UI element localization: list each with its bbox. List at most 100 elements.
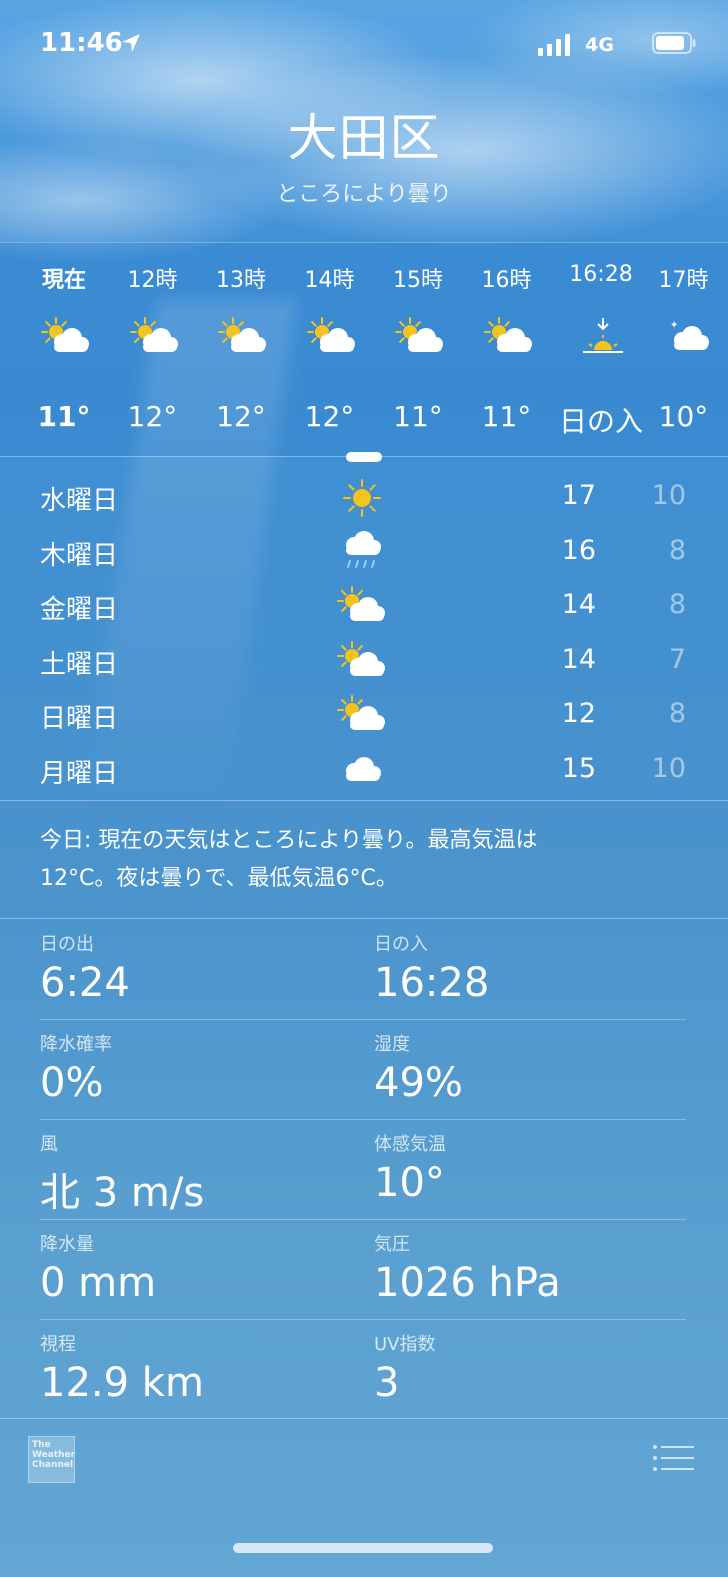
detail-value: 6:24 xyxy=(40,960,130,1006)
partly-sunny-icon xyxy=(306,316,356,360)
status-bar: 11:46 4G xyxy=(40,28,696,64)
details-row: 降水量 0 mm 気圧 1026 hPa xyxy=(40,1220,686,1320)
day-high-temp: 16 xyxy=(561,534,596,566)
day-name: 日曜日 xyxy=(40,704,119,734)
partly-sunny-icon xyxy=(217,316,267,360)
hour-label: 16:28 xyxy=(569,262,633,287)
sunny-icon xyxy=(336,476,388,520)
detail-cell: 日の入 16:28 xyxy=(374,930,489,1006)
current-condition: ところにより曇り xyxy=(276,182,452,207)
hour-label: 14時 xyxy=(304,268,355,293)
day-high-temp: 17 xyxy=(561,480,596,511)
hour-temp: 11° xyxy=(481,400,532,433)
partly-sunny-icon xyxy=(336,640,388,684)
day-low-temp: 7 xyxy=(668,643,686,675)
daily-row: 日曜日 12 8 xyxy=(0,688,728,743)
details-row: 風 北 3 m/s 体感気温 10° xyxy=(40,1120,686,1220)
detail-cell: 風 北 3 m/s xyxy=(40,1130,204,1218)
hourly-item: 16:28 日の入 xyxy=(551,242,651,456)
today-summary: 今日: 現在の天気はところにより曇り。最高気温は 12°C。夜は曇りで、最低気温… xyxy=(40,822,660,898)
day-name: 月曜日 xyxy=(40,758,119,789)
hourly-forecast[interactable]: 現在 11° 12時 12° 13時 12° 14時 12° 15時 11° 16時 11… xyxy=(0,242,728,456)
day-low-temp: 10 xyxy=(651,752,686,784)
hour-label: 12時 xyxy=(127,268,178,293)
hourly-item: 12時 12° xyxy=(109,242,197,456)
hour-temp: 11° xyxy=(37,400,91,433)
city-name: 大田区 xyxy=(287,109,441,167)
detail-value: 北 3 m/s xyxy=(40,1170,205,1216)
partly-sunny-icon xyxy=(40,316,90,360)
sunset-icon xyxy=(577,316,627,360)
hour-label: 17時 xyxy=(658,268,709,293)
details-row: 視程 12.9 km UV指数 3 xyxy=(40,1320,686,1420)
hourly-item: 13時 12° xyxy=(197,242,285,456)
detail-label: 体感気温 xyxy=(374,1134,446,1155)
detail-cell: UV指数 3 xyxy=(374,1330,436,1406)
detail-cell: 日の出 6:24 xyxy=(40,930,130,1006)
partly-sunny-icon xyxy=(394,316,444,360)
footer-bar: The Weather Channel xyxy=(0,1418,728,1577)
hourly-item: 15時 11° xyxy=(374,242,462,456)
summary-line: 12°C。夜は曇りで、最低気温6°C。 xyxy=(40,866,398,891)
network-type: 4G xyxy=(585,34,614,56)
partly-sunny-icon xyxy=(336,694,388,738)
detail-cell: 湿度 49% xyxy=(374,1030,463,1106)
divider xyxy=(0,800,728,801)
hour-temp: 11° xyxy=(393,400,443,433)
hour-temp: 12° xyxy=(216,400,266,433)
detail-cell: 体感気温 10° xyxy=(374,1130,446,1206)
detail-cell: 降水量 0 mm xyxy=(40,1230,156,1306)
hourly-item: 14時 12° xyxy=(286,242,374,456)
divider xyxy=(0,918,728,919)
location-arrow-icon xyxy=(122,34,140,52)
hour-label: 現在 xyxy=(41,268,86,293)
daily-row: 金曜日 14 8 xyxy=(0,579,728,634)
detail-label: 風 xyxy=(40,1134,58,1155)
hour-temp: 12° xyxy=(127,400,178,433)
day-name: 水曜日 xyxy=(40,486,119,516)
hour-temp: 日の入 xyxy=(558,405,643,438)
cloudy-night-icon: ✦ xyxy=(660,316,710,360)
detail-value: 1026 hPa xyxy=(374,1260,561,1306)
hour-label: 13時 xyxy=(216,268,266,293)
day-name: 金曜日 xyxy=(40,595,119,625)
signal-icon xyxy=(538,34,570,56)
daily-forecast: 水曜日 17 10 木曜日 16 8 金曜日 14 8 土曜日 14 7 日曜日 12 … xyxy=(0,470,728,797)
daily-row: 月曜日 15 10 xyxy=(0,743,728,798)
weather-details: 日の出 6:24 日の入 16:28 降水確率 0% 湿度 49% 風 北 3 … xyxy=(40,920,686,1420)
location-header: 大田区 ところにより曇り xyxy=(0,98,728,208)
day-high-temp: 14 xyxy=(561,589,596,620)
partly-sunny-icon xyxy=(483,316,533,360)
detail-value: 10° xyxy=(374,1160,445,1206)
svg-text:✦: ✦ xyxy=(670,320,678,331)
hourly-item: 17時 ✦ 10° xyxy=(640,242,728,456)
logo-text: The xyxy=(32,1440,51,1450)
partial-cloud-icon xyxy=(346,452,382,462)
detail-value: 12.9 km xyxy=(40,1360,204,1406)
weather-channel-logo[interactable]: The Weather Channel xyxy=(28,1436,75,1483)
status-time: 11:46 xyxy=(40,28,123,58)
day-name: 土曜日 xyxy=(40,649,119,680)
hour-temp: 12° xyxy=(304,400,355,433)
day-low-temp: 8 xyxy=(668,698,686,729)
day-low-temp: 8 xyxy=(668,534,686,566)
list-icon[interactable] xyxy=(652,1444,694,1472)
detail-cell: 気圧 1026 hPa xyxy=(374,1230,561,1306)
detail-value: 49% xyxy=(374,1060,463,1106)
day-high-temp: 15 xyxy=(561,752,596,784)
day-low-temp: 8 xyxy=(668,589,686,620)
home-indicator[interactable] xyxy=(233,1543,493,1553)
logo-text: Weather xyxy=(32,1450,76,1460)
detail-value: 3 xyxy=(374,1360,400,1406)
detail-label: 気圧 xyxy=(374,1234,410,1255)
hour-temp: 10° xyxy=(658,400,709,433)
details-row: 日の出 6:24 日の入 16:28 xyxy=(40,920,686,1020)
day-low-temp: 10 xyxy=(651,480,686,511)
detail-label: 日の入 xyxy=(374,934,428,955)
daily-row: 木曜日 16 8 xyxy=(0,525,728,580)
logo-text: Channel xyxy=(32,1460,74,1470)
hourly-item: 現在 11° xyxy=(20,242,108,456)
summary-line: 今日: 現在の天気はところにより曇り。最高気温は xyxy=(40,828,538,853)
hourly-item: 16時 11° xyxy=(463,242,551,456)
partly-sunny-icon xyxy=(129,316,179,360)
